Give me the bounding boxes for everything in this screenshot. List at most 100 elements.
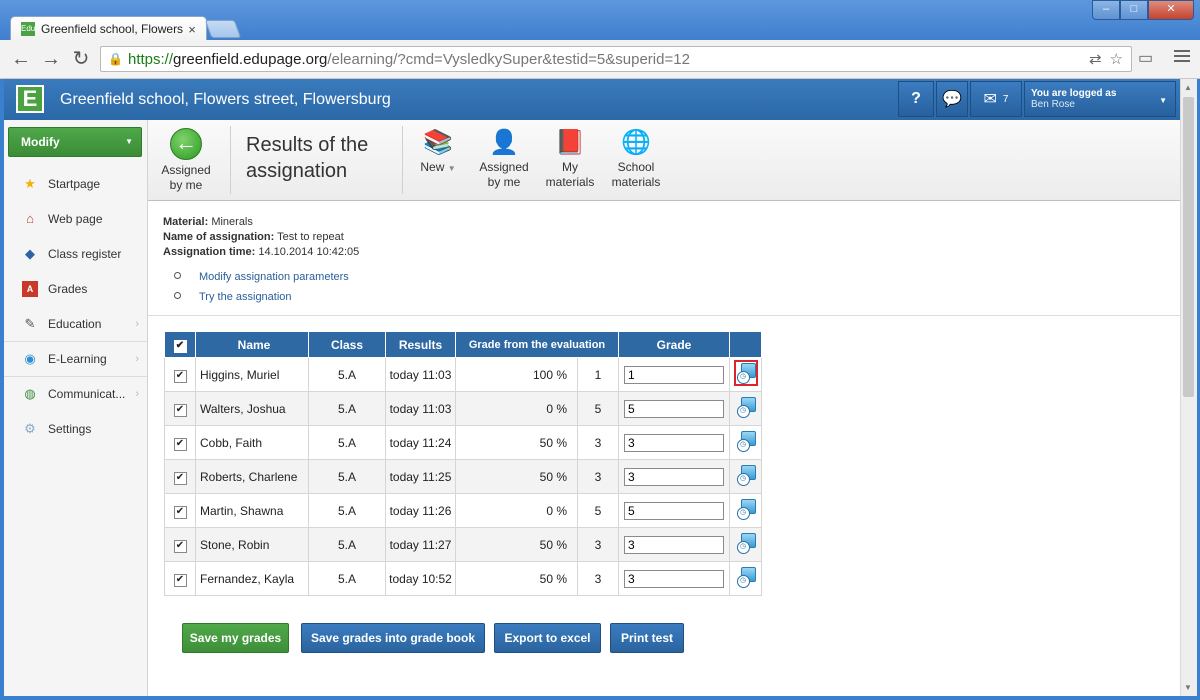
school-materials-button[interactable]: 🌐 School materials: [608, 128, 664, 190]
print-test-button[interactable]: Print test: [610, 623, 684, 653]
edupage-logo[interactable]: E: [16, 85, 44, 113]
row-checkbox[interactable]: ✔: [173, 573, 187, 587]
cast-icon[interactable]: ▭: [1138, 48, 1153, 68]
grade-cell: [618, 459, 730, 494]
sidebar-item-settings[interactable]: ⚙ Settings: [4, 411, 147, 446]
new-button[interactable]: 📚 New ▼: [418, 128, 458, 176]
student-class: 5.A: [308, 493, 386, 528]
test-history-icon[interactable]: ◷: [736, 431, 756, 452]
scrollbar-thumb[interactable]: [1183, 97, 1194, 397]
user-name: Ben Rose: [1031, 99, 1075, 110]
row-select-cell[interactable]: ✔: [164, 493, 196, 528]
grade-input[interactable]: [624, 365, 724, 384]
grade-input[interactable]: [624, 535, 724, 554]
sidebar-item-label: E-Learning: [48, 351, 107, 366]
row-checkbox[interactable]: ✔: [173, 437, 187, 451]
test-history-icon[interactable]: ◷: [736, 567, 756, 588]
scroll-down-icon[interactable]: ▼: [1184, 683, 1192, 692]
sidebar-item-class-register[interactable]: ◆ Class register: [4, 236, 147, 271]
sidebar-item-elearning[interactable]: ◉ E-Learning ›: [4, 341, 147, 376]
test-history-icon[interactable]: ◷: [736, 499, 756, 520]
assigned-by-me-button[interactable]: 👤 Assigned by me: [476, 128, 532, 190]
scroll-up-icon[interactable]: ▲: [1184, 83, 1192, 92]
help-button[interactable]: ?: [898, 81, 934, 117]
select-all-header[interactable]: ✔: [164, 331, 196, 358]
sidebar-item-webpage[interactable]: ⌂ Web page: [4, 201, 147, 236]
result-time[interactable]: today 10:52: [385, 561, 456, 596]
maximize-button[interactable]: □: [1120, 0, 1148, 20]
assigned-label-line1: Assigned: [479, 160, 529, 174]
student-name: Walters, Joshua: [195, 391, 309, 426]
result-time[interactable]: today 11:26: [385, 493, 456, 528]
result-time[interactable]: today 11:03: [385, 357, 456, 392]
school-materials-line2: materials: [611, 175, 661, 189]
try-assignation-link[interactable]: Try the assignation: [199, 291, 292, 303]
row-checkbox[interactable]: ✔: [173, 369, 187, 383]
close-window-button[interactable]: ✕: [1148, 0, 1194, 20]
row-select-cell[interactable]: ✔: [164, 425, 196, 460]
result-percent: 50 %: [455, 425, 578, 460]
results-table: ✔ Name Class Results Grade from the eval…: [164, 331, 762, 596]
menu-icon[interactable]: [1174, 50, 1190, 65]
forward-arrow-icon[interactable]: →: [40, 49, 62, 69]
grade-input[interactable]: [624, 399, 724, 418]
result-time[interactable]: today 11:27: [385, 527, 456, 562]
sidebar-item-label: Grades: [48, 281, 88, 296]
new-tab-button[interactable]: [204, 20, 242, 38]
minimize-button[interactable]: –: [1092, 0, 1120, 20]
sidebar-item-communication[interactable]: ◍ Communicat... ›: [4, 376, 147, 411]
row-select-cell[interactable]: ✔: [164, 391, 196, 426]
history-cell: ◷: [729, 391, 762, 426]
row-select-cell[interactable]: ✔: [164, 561, 196, 596]
page-content: E Greenfield school, Flowers street, Flo…: [4, 79, 1180, 696]
result-time[interactable]: today 11:24: [385, 425, 456, 460]
browser-tab[interactable]: Edu Greenfield school, Flowers ×: [10, 16, 207, 41]
test-history-icon[interactable]: ◷: [733, 360, 758, 386]
row-checkbox[interactable]: ✔: [173, 539, 187, 553]
sidebar-item-label: Settings: [48, 421, 92, 436]
row-checkbox[interactable]: ✔: [173, 471, 187, 485]
row-checkbox[interactable]: ✔: [173, 403, 187, 417]
sidebar-item-startpage[interactable]: ★ Startpage: [4, 166, 147, 201]
messages-button[interactable]: ✉ 7: [970, 81, 1022, 117]
back-arrow-icon[interactable]: ←: [10, 49, 32, 69]
close-tab-icon[interactable]: ×: [184, 22, 200, 37]
grade-input[interactable]: [624, 433, 724, 452]
reload-icon[interactable]: ↻: [70, 49, 92, 69]
test-history-icon[interactable]: ◷: [736, 465, 756, 486]
user-menu[interactable]: You are logged as Ben Rose ▼: [1024, 81, 1176, 117]
back-label-line2: by me: [169, 178, 203, 192]
bookmark-star-icon[interactable]: ☆: [1110, 50, 1123, 68]
result-time[interactable]: today 11:25: [385, 459, 456, 494]
sidebar-item-education[interactable]: ✎ Education ›: [4, 306, 147, 341]
chat-icon[interactable]: 💬: [936, 81, 968, 117]
result-time[interactable]: today 11:03: [385, 391, 456, 426]
grade-cell: [618, 493, 730, 528]
translate-icon[interactable]: ⇄: [1089, 50, 1102, 68]
grade-input[interactable]: [624, 467, 724, 486]
export-excel-button[interactable]: Export to excel: [494, 623, 601, 653]
modify-assignation-link[interactable]: Modify assignation parameters: [199, 271, 349, 283]
my-materials-line2: materials: [545, 175, 595, 189]
page-scrollbar[interactable]: ▲ ▼: [1180, 79, 1197, 696]
sidebar-item-grades[interactable]: A Grades: [4, 271, 147, 306]
test-history-icon[interactable]: ◷: [736, 397, 756, 418]
class-header: Class: [308, 331, 386, 358]
row-select-cell[interactable]: ✔: [164, 527, 196, 562]
grade-input[interactable]: [624, 569, 724, 588]
my-materials-button[interactable]: 📕 My materials: [542, 128, 598, 190]
evaluation-grade: 3: [577, 561, 619, 596]
modify-button[interactable]: Modify ▼: [8, 127, 142, 157]
back-to-assigned-button[interactable]: ← Assigned by me: [158, 128, 214, 193]
select-all-checkbox[interactable]: ✔: [173, 339, 187, 353]
save-my-grades-button[interactable]: Save my grades: [182, 623, 289, 653]
row-checkbox[interactable]: ✔: [173, 505, 187, 519]
table-header-row: ✔ Name Class Results Grade from the eval…: [164, 331, 762, 358]
row-select-cell[interactable]: ✔: [164, 459, 196, 494]
grade-input[interactable]: [624, 501, 724, 520]
star-icon: ★: [24, 175, 36, 191]
row-select-cell[interactable]: ✔: [164, 357, 196, 392]
address-bar[interactable]: 🔒 https://greenfield.edupage.org/elearni…: [100, 46, 1132, 72]
test-history-icon[interactable]: ◷: [736, 533, 756, 554]
save-to-grade-book-button[interactable]: Save grades into grade book: [301, 623, 485, 653]
